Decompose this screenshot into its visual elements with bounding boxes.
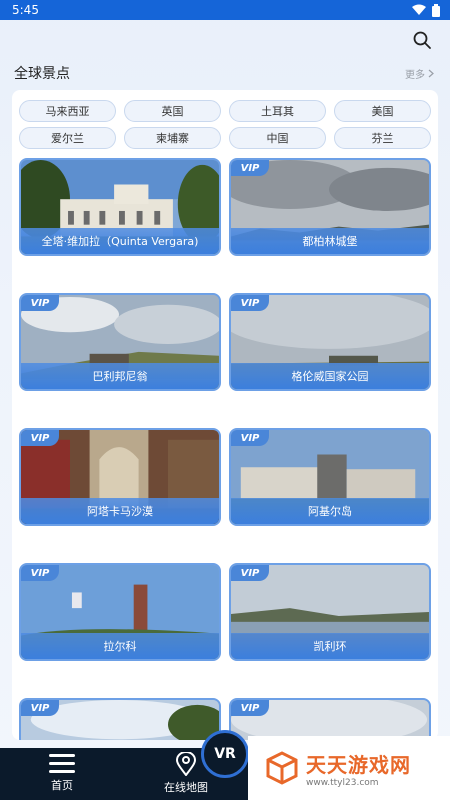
attraction-name: 格伦威国家公园: [231, 363, 429, 389]
attraction-card[interactable]: VIP 都柏林城堡: [229, 158, 431, 256]
vip-badge: VIP: [231, 700, 269, 716]
section-title: 全球景点: [14, 66, 70, 82]
attraction-name: 拉尔科: [21, 633, 219, 659]
status-bar: 5:45: [0, 0, 450, 20]
search-icon[interactable]: [412, 30, 432, 50]
vip-badge: VIP: [21, 295, 59, 311]
tag-turkey[interactable]: 土耳其: [229, 100, 326, 122]
tag-cambodia[interactable]: 柬埔寨: [124, 127, 221, 149]
attraction-name: 巴利邦尼翁: [21, 363, 219, 389]
attraction-name: 都柏林城堡: [231, 228, 429, 254]
attraction-grid: 全塔·维加拉（Quinta Vergara) VIP 都柏林城堡 VIP 巴利邦…: [19, 158, 431, 740]
tag-ireland[interactable]: 爱尔兰: [19, 127, 116, 149]
status-time: 5:45: [12, 3, 39, 17]
vip-badge: VIP: [231, 295, 269, 311]
attraction-name: 全塔·维加拉（Quinta Vergara): [21, 228, 219, 254]
vip-badge: VIP: [21, 565, 59, 581]
battery-icon: [432, 3, 440, 17]
attraction-name: 凯利环: [231, 633, 429, 659]
watermark-logo-icon: [266, 751, 298, 785]
site-watermark: 天天游戏网 www.ttyl23.com: [248, 736, 450, 800]
tag-usa[interactable]: 美国: [334, 100, 431, 122]
watermark-url: www.ttyl23.com: [306, 777, 379, 788]
nav-map-label: 在线地图: [164, 781, 208, 794]
attraction-card[interactable]: VIP 拉尔科: [19, 563, 221, 661]
attraction-card[interactable]: VIP 格伦威国家公园: [229, 293, 431, 391]
tag-china[interactable]: 中国: [229, 127, 326, 149]
attraction-card[interactable]: 全塔·维加拉（Quinta Vergara): [19, 158, 221, 256]
tag-malaysia[interactable]: 马来西亚: [19, 100, 116, 122]
vip-badge: VIP: [21, 700, 59, 716]
attraction-card[interactable]: VIP 巴利邦尼翁: [19, 293, 221, 391]
attraction-card[interactable]: VIP 阿基尔岛: [229, 428, 431, 526]
watermark-name: 天天游戏网: [306, 752, 411, 777]
country-tags: 马来西亚 英国 土耳其 美国 爱尔兰 柬埔寨 中国 芬兰: [19, 100, 431, 149]
tag-finland[interactable]: 芬兰: [334, 127, 431, 149]
menu-icon: [49, 754, 75, 773]
more-label: 更多: [405, 70, 425, 81]
vip-badge: VIP: [231, 160, 269, 176]
chevron-right-icon: [428, 69, 434, 78]
vip-badge: VIP: [231, 430, 269, 446]
attractions-panel: 马来西亚 英国 土耳其 美国 爱尔兰 柬埔寨 中国 芬兰 全塔·维加拉（Quin…: [12, 90, 438, 740]
vip-badge: VIP: [231, 565, 269, 581]
nav-home[interactable]: 首页: [12, 752, 112, 793]
attraction-name: 阿塔卡马沙漠: [21, 498, 219, 524]
attraction-card[interactable]: VIP: [19, 698, 221, 740]
vr-button[interactable]: VR: [201, 730, 249, 778]
attraction-card[interactable]: VIP 阿塔卡马沙漠: [19, 428, 221, 526]
map-pin-icon: [175, 752, 197, 776]
more-link[interactable]: 更多: [405, 66, 434, 81]
vip-badge: VIP: [21, 430, 59, 446]
tag-uk[interactable]: 英国: [124, 100, 221, 122]
attraction-card[interactable]: VIP 凯利环: [229, 563, 431, 661]
attraction-name: 阿基尔岛: [231, 498, 429, 524]
wifi-icon: [412, 4, 426, 15]
attraction-card[interactable]: VIP: [229, 698, 431, 740]
nav-home-label: 首页: [51, 779, 73, 792]
